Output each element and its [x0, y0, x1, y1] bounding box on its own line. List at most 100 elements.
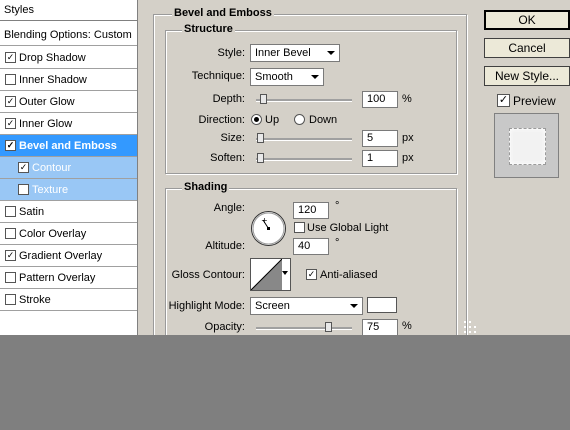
style-item-label: Drop Shadow	[19, 52, 86, 64]
style-item-texture[interactable]: Texture	[0, 179, 137, 201]
style-item-checkbox[interactable]	[18, 184, 29, 195]
shading-title: Shading	[182, 181, 230, 193]
style-item-satin[interactable]: Satin	[0, 201, 137, 223]
style-item-contour[interactable]: ✓ Contour	[0, 157, 137, 179]
gloss-contour-label: Gloss Contour:	[171, 269, 245, 281]
styles-list: Styles Blending Options: Custom ✓ Drop Sha…	[0, 0, 138, 335]
style-item-checkbox[interactable]: ✓	[18, 162, 29, 173]
style-item-checkbox[interactable]: ✓	[5, 96, 16, 107]
style-item-checkbox[interactable]	[5, 206, 16, 217]
highlight-color-swatch[interactable]	[367, 297, 397, 313]
style-label: Style:	[217, 47, 245, 59]
style-item-label: Pattern Overlay	[19, 272, 96, 284]
preview-label[interactable]: Preview	[513, 94, 556, 108]
opacity-input[interactable]: 75	[362, 319, 398, 335]
opacity-unit: %	[402, 320, 412, 332]
style-item-label: Bevel and Emboss	[19, 140, 117, 152]
style-item-checkbox[interactable]: ✓	[5, 250, 16, 261]
style-item-checkbox[interactable]	[5, 74, 16, 85]
technique-select[interactable]: Smooth	[250, 68, 324, 86]
chevron-down-icon	[311, 75, 319, 79]
new-style-button[interactable]: New Style...	[484, 66, 570, 86]
technique-select-value: Smooth	[255, 71, 293, 83]
resize-grip-icon[interactable]	[463, 320, 477, 334]
style-item-checkbox[interactable]: ✓	[5, 52, 16, 63]
style-item-label: Inner Shadow	[19, 74, 87, 86]
opacity-label: Opacity:	[204, 321, 245, 333]
angle-label: Angle:	[213, 202, 245, 214]
depth-slider-thumb[interactable]	[260, 94, 267, 104]
altitude-unit: °	[335, 237, 340, 249]
style-item-checkbox[interactable]	[5, 272, 16, 283]
opacity-slider-thumb[interactable]	[325, 322, 332, 332]
preview-checkbox[interactable]: ✓	[497, 94, 510, 107]
size-slider[interactable]	[256, 133, 352, 143]
style-item-label: Stroke	[19, 294, 51, 306]
style-item-checkbox[interactable]	[5, 228, 16, 239]
style-item-checkbox[interactable]	[5, 294, 16, 305]
altitude-label: Altitude:	[205, 240, 245, 252]
style-item-inner-glow[interactable]: ✓ Inner Glow	[0, 113, 137, 135]
soften-input[interactable]: 1	[362, 150, 398, 167]
style-item-pattern-overlay[interactable]: Pattern Overlay	[0, 267, 137, 289]
direction-down-label[interactable]: Down	[309, 114, 337, 126]
style-item-checkbox[interactable]: ✓	[5, 140, 16, 151]
ok-button[interactable]: OK	[484, 10, 570, 30]
layer-style-dialog: Styles Blending Options: Custom ✓ Drop Sha…	[0, 0, 570, 335]
style-item-label: Color Overlay	[19, 228, 87, 240]
technique-label: Technique:	[191, 70, 245, 82]
structure-title: Structure	[182, 23, 235, 35]
styles-header[interactable]: Styles	[0, 0, 137, 21]
direction-down-radio[interactable]	[294, 114, 305, 125]
direction-up-radio[interactable]	[251, 114, 262, 125]
style-item-inner-shadow[interactable]: Inner Shadow	[0, 69, 137, 91]
soften-label: Soften:	[210, 152, 245, 164]
style-item-stroke[interactable]: Stroke	[0, 289, 137, 311]
size-label: Size:	[220, 132, 245, 144]
opacity-slider[interactable]	[256, 322, 352, 332]
highlight-mode-select[interactable]: Screen	[250, 297, 363, 315]
soften-unit: px	[402, 152, 414, 164]
preview-thumbnail	[494, 113, 559, 178]
depth-input[interactable]: 100	[362, 91, 398, 108]
style-item-outer-glow[interactable]: ✓ Outer Glow	[0, 91, 137, 113]
style-item-label: Blending Options: Custom	[4, 29, 132, 41]
style-item-label: Texture	[32, 184, 69, 196]
angle-input[interactable]: 120	[293, 202, 329, 219]
highlight-mode-label: Highlight Mode:	[168, 300, 245, 312]
depth-label: Depth:	[212, 93, 245, 105]
soften-slider-thumb[interactable]	[257, 153, 264, 163]
style-select[interactable]: Inner Bevel	[250, 44, 340, 62]
style-item-label: Outer Glow	[19, 96, 75, 108]
style-item-label: Inner Glow	[19, 118, 73, 130]
soften-slider[interactable]	[256, 153, 352, 163]
style-item-color-overlay[interactable]: Color Overlay	[0, 223, 137, 245]
cancel-button[interactable]: Cancel	[484, 38, 570, 58]
style-item-checkbox[interactable]: ✓	[5, 118, 16, 129]
anti-aliased-checkbox[interactable]: ✓	[306, 269, 317, 280]
size-slider-thumb[interactable]	[257, 133, 264, 143]
direction-up-label[interactable]: Up	[265, 114, 279, 126]
size-input[interactable]: 5	[362, 130, 398, 147]
depth-unit: %	[402, 93, 412, 105]
depth-slider[interactable]	[256, 94, 352, 104]
style-item-gradient-overlay[interactable]: ✓ Gradient Overlay	[0, 245, 137, 267]
use-global-light-checkbox[interactable]	[294, 222, 305, 233]
style-item-drop-shadow[interactable]: ✓ Drop Shadow	[0, 47, 137, 69]
gloss-contour-picker[interactable]	[250, 258, 291, 291]
angle-unit: °	[335, 200, 340, 212]
style-item-label: Contour	[32, 162, 72, 174]
angle-dial[interactable]: +	[250, 210, 287, 247]
style-select-value: Inner Bevel	[255, 47, 311, 59]
anti-aliased-label[interactable]: Anti-aliased	[320, 269, 377, 281]
chevron-down-icon	[327, 51, 335, 55]
altitude-input[interactable]: 40	[293, 238, 329, 255]
use-global-light-label[interactable]: Use Global Light	[307, 222, 388, 234]
size-unit: px	[402, 132, 414, 144]
direction-label: Direction:	[198, 114, 245, 126]
style-item-blending-options-custom[interactable]: Blending Options: Custom	[0, 24, 137, 46]
contour-dropdown-chevron-icon[interactable]	[282, 271, 288, 275]
style-item-bevel-and-emboss[interactable]: ✓ Bevel and Emboss	[0, 135, 137, 157]
bevel-emboss-title: Bevel and Emboss	[172, 7, 274, 19]
preview-swatch	[509, 128, 546, 165]
